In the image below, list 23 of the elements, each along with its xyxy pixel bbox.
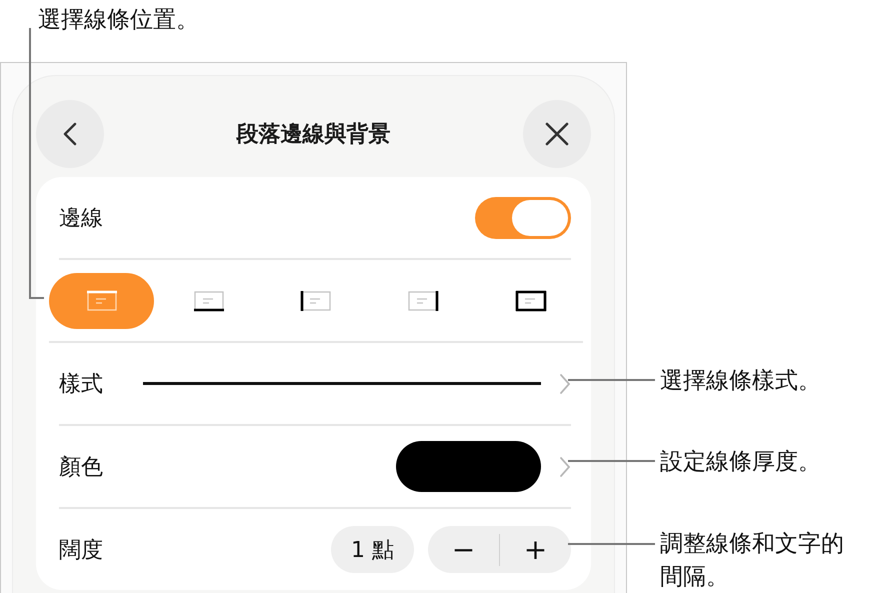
increment-button[interactable]: +	[500, 526, 571, 573]
callout-text: 選擇線條位置。	[38, 6, 199, 35]
border-position-icon	[192, 288, 226, 312]
row-label: 顏色	[59, 454, 104, 482]
color-swatch[interactable]	[396, 441, 541, 492]
border-position-icon	[299, 288, 333, 312]
border-position-icon	[514, 288, 548, 312]
panel-title: 段落邊線與背景	[236, 121, 390, 149]
callout-text: 設定線條厚度。	[660, 448, 821, 477]
toggle-switch[interactable]	[475, 196, 571, 238]
close-icon	[545, 122, 569, 146]
decrement-button[interactable]: −	[428, 526, 499, 573]
chevron-icon	[559, 372, 571, 394]
border-position-icon	[406, 288, 440, 312]
callout-text: 選擇線條樣式。	[660, 367, 821, 396]
width-value: 1 點	[331, 526, 414, 573]
back-icon	[63, 122, 77, 146]
row-label: 邊線	[59, 204, 104, 232]
callout-text: 調整線條和文字的間隔。	[660, 530, 845, 592]
row-label: 樣式	[59, 370, 104, 398]
row-label: 闊度	[59, 536, 104, 564]
chevron-icon	[559, 456, 571, 478]
border-position-icon	[84, 288, 118, 312]
